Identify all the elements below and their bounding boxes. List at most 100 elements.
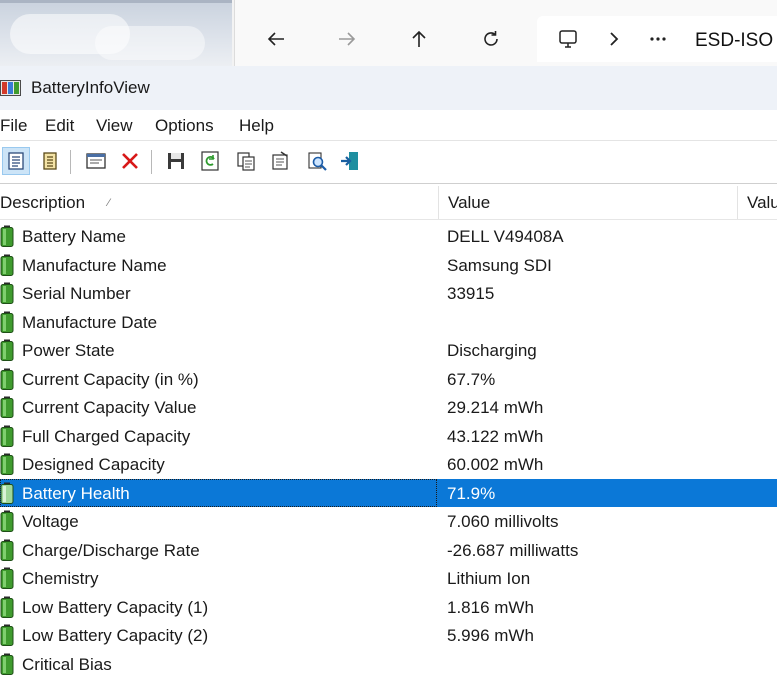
value-2-cell[interactable] xyxy=(737,279,777,308)
value-cell[interactable]: Samsung SDI xyxy=(437,251,737,280)
description-cell[interactable]: Battery Health xyxy=(0,478,437,507)
value-cell[interactable]: DELL V49408A xyxy=(437,222,737,251)
refresh-icon[interactable] xyxy=(476,24,506,54)
value-2-cell[interactable] xyxy=(737,564,777,593)
up-arrow-icon[interactable] xyxy=(404,24,434,54)
column-header-value[interactable]: Value xyxy=(438,186,736,219)
value-cell[interactable]: Lithium Ion xyxy=(437,564,737,593)
value-cell[interactable]: Discharging xyxy=(437,336,737,365)
value-2-cell[interactable] xyxy=(737,478,777,507)
table-row[interactable]: Low Battery Capacity (2) 5.996 mWh xyxy=(0,621,777,650)
value-2-cell[interactable] xyxy=(737,536,777,565)
column-header-value-2[interactable]: Valu xyxy=(737,186,777,219)
description-cell[interactable]: Chemistry xyxy=(0,564,437,593)
value-2-cell[interactable] xyxy=(737,593,777,622)
value-2-cell[interactable] xyxy=(737,222,777,251)
value-cell[interactable]: 5.996 mWh xyxy=(437,621,737,650)
table-row[interactable]: Voltage 7.060 millivolts xyxy=(0,507,777,536)
refresh-green-icon[interactable] xyxy=(196,147,224,175)
copy-icon[interactable] xyxy=(232,147,260,175)
value-cell[interactable]: 33915 xyxy=(437,279,737,308)
value-cell[interactable] xyxy=(437,308,737,337)
table-row[interactable]: Critical Bias xyxy=(0,650,777,678)
value-cell[interactable]: 1.816 mWh xyxy=(437,593,737,622)
table-row[interactable]: Current Capacity Value 29.214 mWh xyxy=(0,393,777,422)
value-2-cell[interactable] xyxy=(737,422,777,451)
table-row[interactable]: Power State Discharging xyxy=(0,336,777,365)
battery-icon xyxy=(0,453,14,475)
description-cell[interactable]: Serial Number xyxy=(0,279,437,308)
table-row[interactable]: Current Capacity (in %) 67.7% xyxy=(0,365,777,394)
table-row[interactable]: Serial Number 33915 xyxy=(0,279,777,308)
value-cell[interactable]: 29.214 mWh xyxy=(437,393,737,422)
value-2-cell[interactable] xyxy=(737,336,777,365)
properties-window-icon[interactable] xyxy=(82,147,110,175)
value-2-cell[interactable] xyxy=(737,393,777,422)
description-cell[interactable]: Designed Capacity xyxy=(0,450,437,479)
value-cell[interactable]: -26.687 milliwatts xyxy=(437,536,737,565)
table-row[interactable]: Designed Capacity 60.002 mWh xyxy=(0,450,777,479)
value-text: 60.002 mWh xyxy=(447,455,544,474)
description-cell[interactable]: Manufacture Date xyxy=(0,308,437,337)
save-disk-icon[interactable] xyxy=(162,147,190,175)
table-row[interactable]: Full Charged Capacity 43.122 mWh xyxy=(0,422,777,451)
value-cell[interactable]: 7.060 millivolts xyxy=(437,507,737,536)
more-dots-icon[interactable] xyxy=(643,24,673,54)
value-cell[interactable]: 71.9% xyxy=(437,478,737,507)
description-cell[interactable]: Full Charged Capacity xyxy=(0,422,437,451)
value-2-cell[interactable] xyxy=(737,650,777,678)
battery-info-mode-icon[interactable] xyxy=(2,147,30,175)
title-bar: BatteryInfoView xyxy=(0,66,777,110)
battery-icon xyxy=(0,539,14,561)
back-arrow-icon[interactable] xyxy=(261,24,291,54)
value-2-cell[interactable] xyxy=(737,507,777,536)
description-cell[interactable]: Current Capacity (in %) xyxy=(0,365,437,394)
description-cell[interactable]: Battery Name xyxy=(0,222,437,251)
value-cell[interactable] xyxy=(437,650,737,678)
table-row[interactable]: Battery Health 71.9% xyxy=(0,478,777,507)
value-2-cell[interactable] xyxy=(737,450,777,479)
breadcrumb-folder[interactable]: ESD-ISO xyxy=(695,30,773,52)
forward-arrow-icon[interactable] xyxy=(332,24,362,54)
description-cell[interactable]: Current Capacity Value xyxy=(0,393,437,422)
battery-icon xyxy=(0,396,14,418)
value-2-cell[interactable] xyxy=(737,365,777,394)
menu-edit[interactable]: Edit xyxy=(45,116,74,136)
battery-icon xyxy=(0,225,14,247)
table-row[interactable]: Manufacture Date xyxy=(0,308,777,337)
table-row[interactable]: Low Battery Capacity (1) 1.816 mWh xyxy=(0,593,777,622)
battery-icon xyxy=(0,653,14,675)
description-cell[interactable]: Manufacture Name xyxy=(0,251,437,280)
value-text: 33915 xyxy=(447,284,495,303)
description-text: Battery Health xyxy=(22,483,130,503)
value-cell[interactable]: 67.7% xyxy=(437,365,737,394)
table-row[interactable]: Charge/Discharge Rate -26.687 milliwatts xyxy=(0,536,777,565)
description-cell[interactable]: Critical Bias xyxy=(0,650,437,678)
value-2-cell[interactable] xyxy=(737,308,777,337)
description-cell[interactable]: Voltage xyxy=(0,507,437,536)
value-cell[interactable]: 60.002 mWh xyxy=(437,450,737,479)
value-2-cell[interactable] xyxy=(737,251,777,280)
menu-view[interactable]: View xyxy=(96,116,133,136)
description-cell[interactable]: Power State xyxy=(0,336,437,365)
value-cell[interactable]: 43.122 mWh xyxy=(437,422,737,451)
description-cell[interactable]: Low Battery Capacity (1) xyxy=(0,593,437,622)
table-row[interactable]: Manufacture Name Samsung SDI xyxy=(0,251,777,280)
column-header-description[interactable]: Description ⁄ xyxy=(0,186,436,219)
html-report-icon[interactable] xyxy=(266,147,294,175)
menu-options[interactable]: Options xyxy=(155,116,214,136)
menu-file[interactable]: File xyxy=(0,116,27,136)
exit-door-icon[interactable] xyxy=(336,147,364,175)
find-magnifier-icon[interactable] xyxy=(303,147,331,175)
description-cell[interactable]: Low Battery Capacity (2) xyxy=(0,621,437,650)
battery-log-mode-icon[interactable] xyxy=(36,147,64,175)
value-2-cell[interactable] xyxy=(737,621,777,650)
table-row[interactable]: Chemistry Lithium Ion xyxy=(0,564,777,593)
menu-help[interactable]: Help xyxy=(239,116,274,136)
chevron-right-icon[interactable] xyxy=(599,24,629,54)
table-row[interactable]: Battery Name DELL V49408A xyxy=(0,222,777,251)
description-cell[interactable]: Charge/Discharge Rate xyxy=(0,536,437,565)
value-text: Discharging xyxy=(447,341,537,360)
battery-icon xyxy=(0,596,14,618)
delete-x-icon[interactable] xyxy=(116,147,144,175)
